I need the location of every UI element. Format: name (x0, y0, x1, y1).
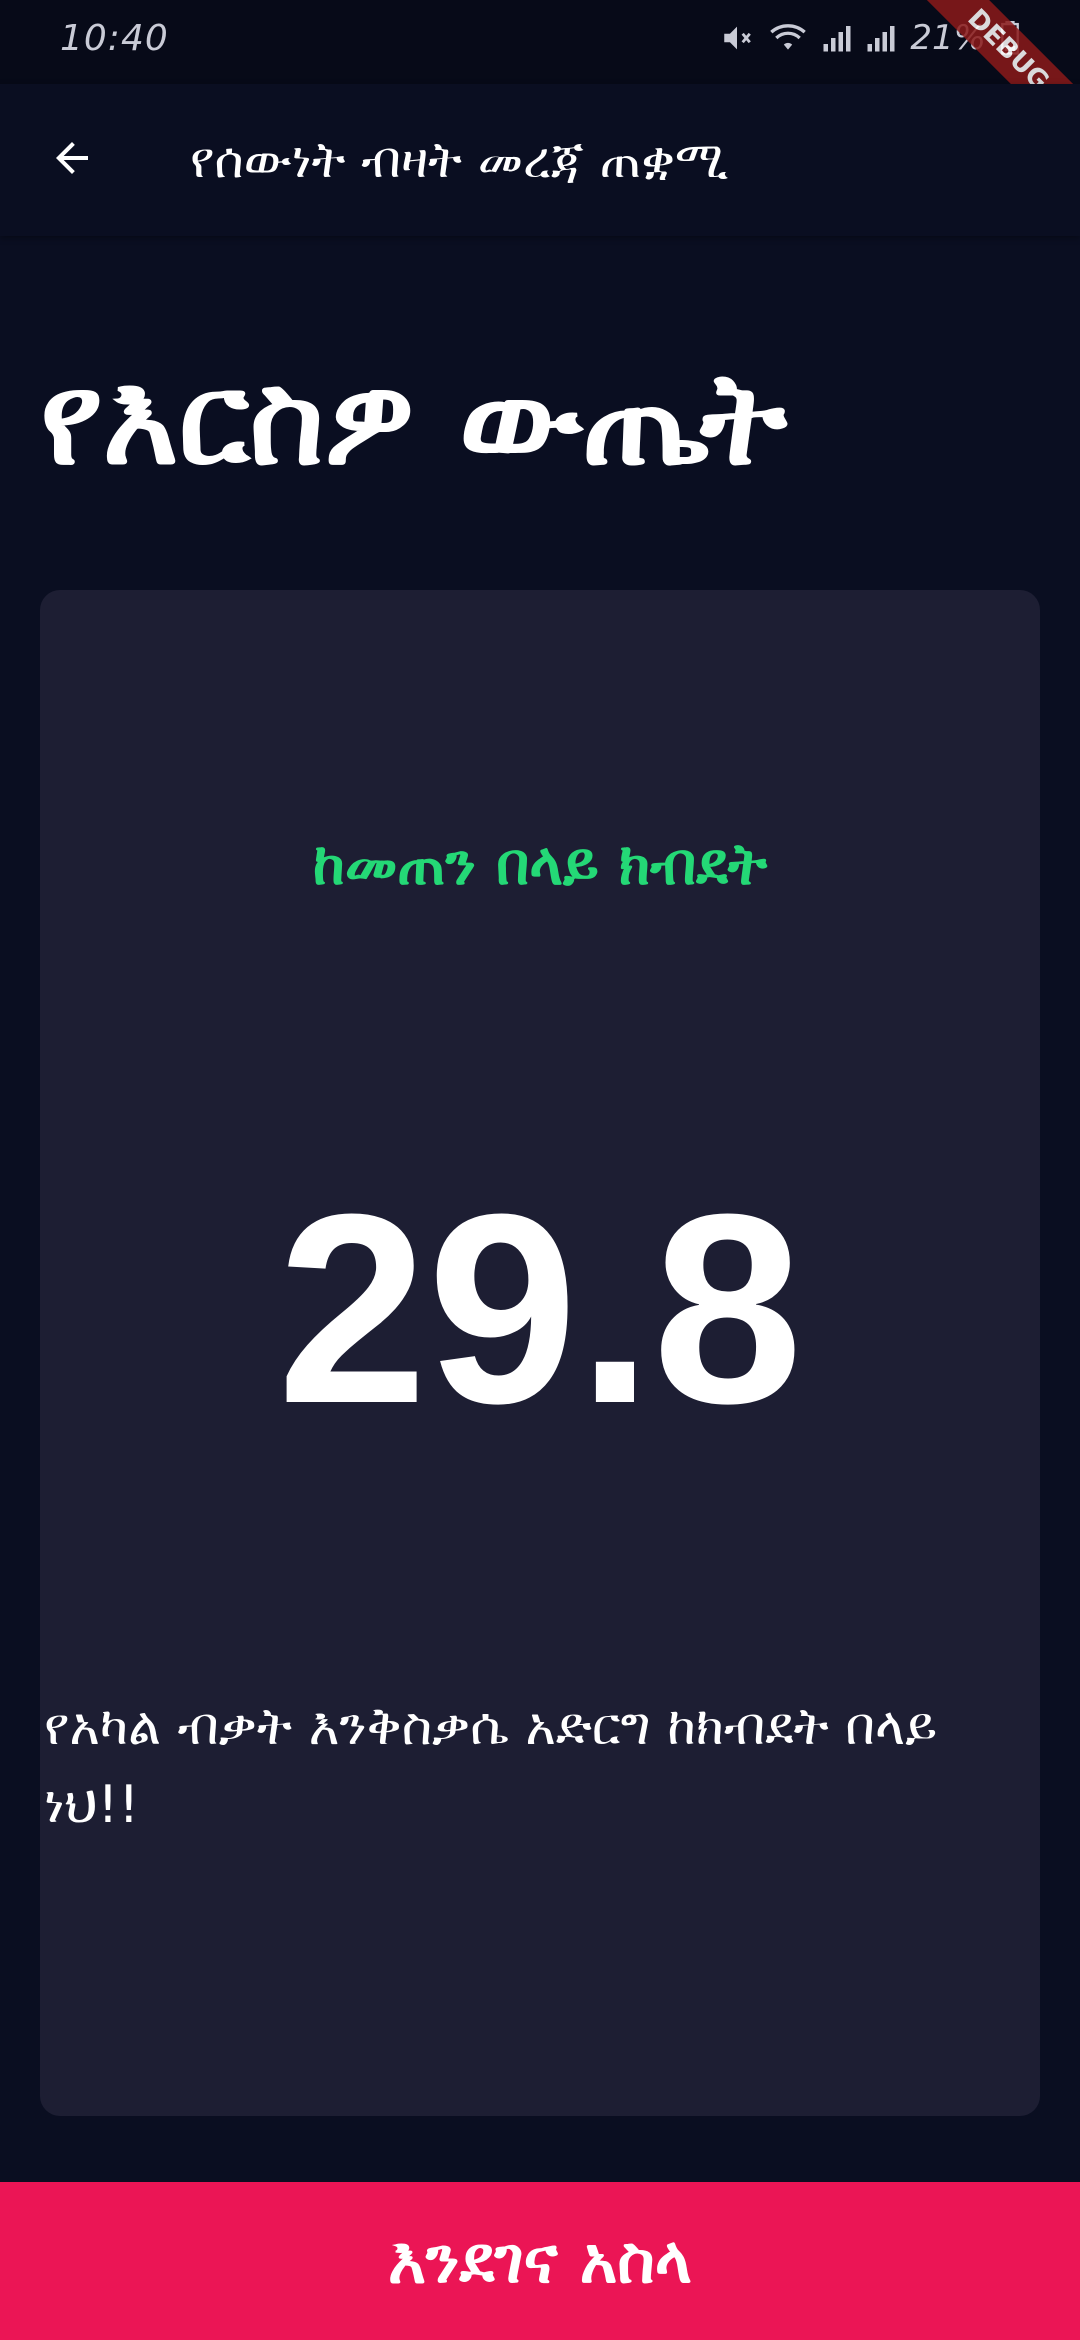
result-screen: 10:40 21% DEBUG የሰውነት ብዛት መረጃ ጠቋሚ የእርስዎ … (0, 0, 1080, 2340)
recalculate-button[interactable]: እንደገና አስላ (0, 2182, 1080, 2340)
status-bar: 10:40 21% DEBUG (0, 0, 1080, 172)
signal-icon (822, 21, 852, 55)
advice-text: የአካል ብቃት እንቅስቃሴ አድርግ ከክብደት በላይ ነህ!! (44, 1697, 938, 1835)
app-bar: የሰውነት ብዛት መረጃ ጠቋሚ (0, 84, 1080, 236)
mute-icon (720, 21, 754, 55)
result-heading: የእርስዎ ውጤት (40, 345, 787, 494)
arrow-back-icon (48, 134, 96, 186)
signal-icon (866, 21, 896, 55)
recalculate-button-label: እንደገና አስላ (387, 2224, 693, 2298)
wifi-icon (768, 21, 808, 55)
bmi-value: 29.8 (277, 1159, 803, 1460)
result-card: ከመጠን በላይ ክብደት 29.8 የአካል ብቃት እንቅስቃሴ አድርግ … (40, 590, 1040, 2116)
bmi-status-label: ከመጠን በላይ ክብደት (312, 830, 768, 898)
app-title: የሰውነት ብዛት መረጃ ጠቋሚ (190, 131, 729, 189)
back-button[interactable] (40, 128, 104, 192)
status-time: 10:40 (60, 18, 169, 59)
